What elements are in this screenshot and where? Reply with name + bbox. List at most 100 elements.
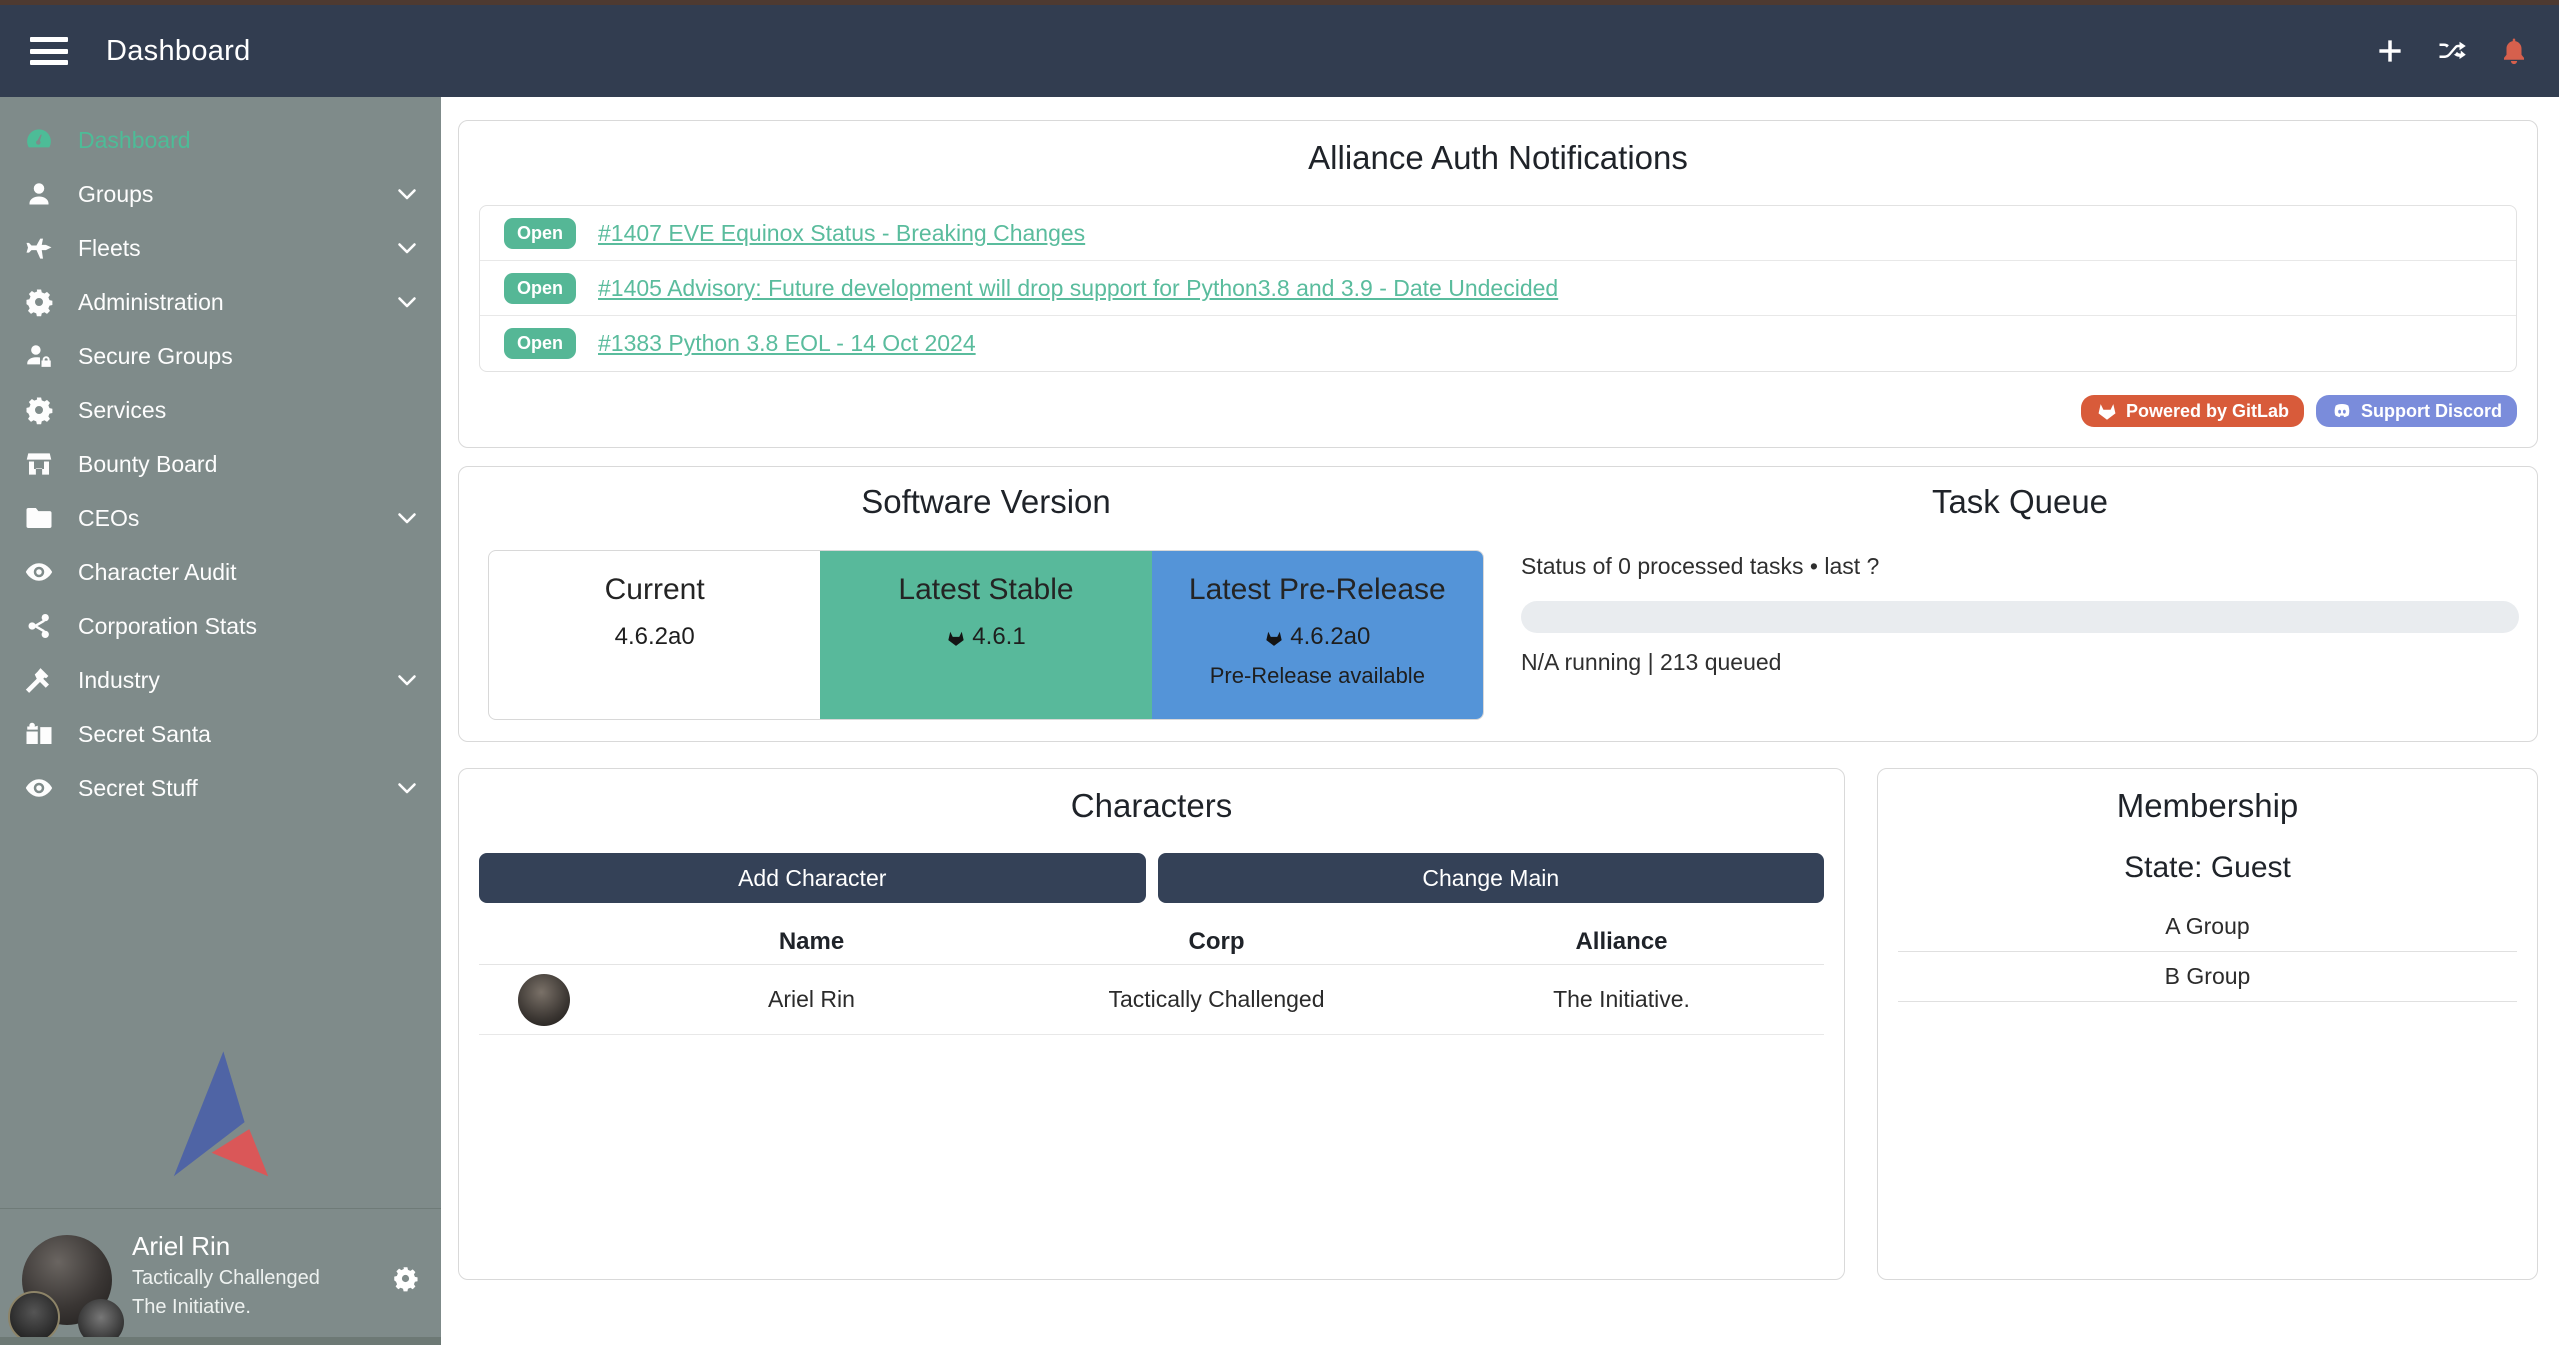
notification-row: Open #1383 Python 3.8 EOL - 14 Oct 2024: [480, 316, 2516, 371]
eye-icon: [24, 773, 54, 803]
col-header-corp: Corp: [1014, 928, 1419, 956]
add-character-button[interactable]: Add Character: [479, 853, 1146, 903]
cogs-icon: [24, 287, 54, 317]
software-version-title: Software Version: [488, 483, 1484, 521]
chevron-down-icon: [395, 236, 419, 260]
user-panel: Ariel Rin Tactically Challenged The Init…: [0, 1209, 441, 1337]
cell-character-name: Ariel Rin: [609, 986, 1014, 1013]
shuffle-icon[interactable]: [2437, 36, 2467, 66]
alliance-auth-logo: [0, 1049, 441, 1181]
software-taskqueue-card: Software Version Task Queue Current 4.6.…: [458, 466, 2538, 742]
corp-logo: [8, 1291, 60, 1343]
membership-groups-list: A Group B Group: [1898, 902, 2517, 1002]
status-badge: Open: [504, 273, 576, 304]
support-discord-button[interactable]: Support Discord: [2316, 395, 2517, 427]
user-alliance: The Initiative.: [132, 1296, 251, 1319]
notification-link[interactable]: #1405 Advisory: Future development will …: [598, 275, 1558, 302]
notification-link[interactable]: #1407 EVE Equinox Status - Breaking Chan…: [598, 220, 1085, 247]
gitlab-fox-icon: [1264, 627, 1284, 647]
sidebar-item-secret-santa[interactable]: Secret Santa: [0, 707, 441, 761]
chevron-down-icon: [395, 290, 419, 314]
notifications-list: Open #1407 EVE Equinox Status - Breaking…: [479, 205, 2517, 372]
sidebar-item-services[interactable]: Services: [0, 383, 441, 437]
user-corp: Tactically Challenged: [132, 1267, 320, 1290]
screen: Dashboard Dashboard Groups Fleets: [0, 0, 2559, 1345]
list-item: B Group: [1898, 952, 2517, 1002]
sidebar-item-bounty-board[interactable]: Bounty Board: [0, 437, 441, 491]
gifts-icon: [24, 719, 54, 749]
navbar: Dashboard: [0, 5, 2559, 97]
notification-link[interactable]: #1383 Python 3.8 EOL - 14 Oct 2024: [598, 330, 976, 357]
status-badge: Open: [504, 218, 576, 249]
main-content: Alliance Auth Notifications Open #1407 E…: [441, 97, 2559, 1345]
page-title: Dashboard: [106, 35, 251, 68]
gitlab-fox-icon: [946, 627, 966, 647]
characters-title: Characters: [459, 769, 1844, 825]
user-name: Ariel Rin: [132, 1231, 230, 1262]
notification-row: Open #1407 EVE Equinox Status - Breaking…: [480, 206, 2516, 261]
cogs-icon: [24, 395, 54, 425]
status-badge: Open: [504, 328, 576, 359]
version-current-cell: Current 4.6.2a0: [489, 551, 820, 719]
share-icon: [24, 611, 54, 641]
table-row: Ariel Rin Tactically Challenged The Init…: [479, 965, 1824, 1035]
notifications-footer: Powered by GitLab Support Discord: [2081, 395, 2517, 427]
cell-character-corp: Tactically Challenged: [1014, 986, 1419, 1013]
characters-card: Characters Add Character Change Main Nam…: [458, 768, 1845, 1280]
character-avatar: [518, 974, 570, 1026]
notifications-card: Alliance Auth Notifications Open #1407 E…: [458, 120, 2538, 448]
task-queue-status: Status of 0 processed tasks • last ?: [1521, 553, 1879, 580]
version-table: Current 4.6.2a0 Latest Stable 4.6.1 Late…: [488, 550, 1484, 720]
fighter-jet-icon: [24, 233, 54, 263]
sidebar-item-administration[interactable]: Administration: [0, 275, 441, 329]
task-queue-progress-bar: [1521, 601, 2519, 633]
characters-table-header: Name Corp Alliance: [479, 919, 1824, 965]
chevron-down-icon: [395, 182, 419, 206]
store-icon: [24, 449, 54, 479]
task-queue-title: Task Queue: [1521, 483, 2519, 521]
task-queue-counts: N/A running | 213 queued: [1521, 649, 1781, 676]
version-stable-cell: Latest Stable 4.6.1: [820, 551, 1151, 719]
characters-buttons: Add Character Change Main: [479, 853, 1824, 903]
sidebar-item-fleets[interactable]: Fleets: [0, 221, 441, 275]
navbar-actions: [2375, 36, 2529, 66]
notification-row: Open #1405 Advisory: Future development …: [480, 261, 2516, 316]
membership-state: State: Guest: [1878, 851, 2537, 885]
sidebar-item-industry[interactable]: Industry: [0, 653, 441, 707]
gitlab-fox-icon: [2096, 400, 2118, 422]
notifications-title: Alliance Auth Notifications: [459, 121, 2537, 177]
menu-toggle-icon[interactable]: [30, 37, 68, 65]
cell-character-alliance: The Initiative.: [1419, 986, 1824, 1013]
sidebar-item-dashboard[interactable]: Dashboard: [0, 113, 441, 167]
chevron-down-icon: [395, 776, 419, 800]
sidebar-item-corporation-stats[interactable]: Corporation Stats: [0, 599, 441, 653]
gauge-icon: [24, 125, 54, 155]
add-icon[interactable]: [2375, 36, 2405, 66]
sidebar-item-secure-groups[interactable]: Secure Groups: [0, 329, 441, 383]
sidebar-item-character-audit[interactable]: Character Audit: [0, 545, 441, 599]
discord-icon: [2331, 400, 2353, 422]
list-item: A Group: [1898, 902, 2517, 952]
sidebar-item-ceos[interactable]: CEOs: [0, 491, 441, 545]
sidebar-item-groups[interactable]: Groups: [0, 167, 441, 221]
notifications-bell-icon[interactable]: [2499, 36, 2529, 66]
chevron-down-icon: [395, 668, 419, 692]
sidebar-menu: Dashboard Groups Fleets Administration S…: [0, 97, 441, 815]
membership-card: Membership State: Guest A Group B Group: [1877, 768, 2538, 1280]
eye-icon: [24, 557, 54, 587]
folder-icon: [24, 503, 54, 533]
col-header-name: Name: [609, 928, 1014, 956]
chevron-down-icon: [395, 506, 419, 530]
col-header-alliance: Alliance: [1419, 928, 1824, 956]
membership-title: Membership: [1878, 769, 2537, 825]
sidebar-item-secret-stuff[interactable]: Secret Stuff: [0, 761, 441, 815]
powered-by-gitlab-button[interactable]: Powered by GitLab: [2081, 395, 2304, 427]
user-lock-icon: [24, 341, 54, 371]
user-settings-gear-icon[interactable]: [392, 1265, 419, 1292]
prerelease-note: Pre-Release available: [1152, 663, 1483, 689]
sidebar: Dashboard Groups Fleets Administration S…: [0, 97, 441, 1345]
sidebar-bottom-strip: [0, 1337, 441, 1345]
change-main-button[interactable]: Change Main: [1158, 853, 1825, 903]
version-prerelease-cell: Latest Pre-Release 4.6.2a0 Pre-Release a…: [1152, 551, 1483, 719]
user-icon: [24, 179, 54, 209]
